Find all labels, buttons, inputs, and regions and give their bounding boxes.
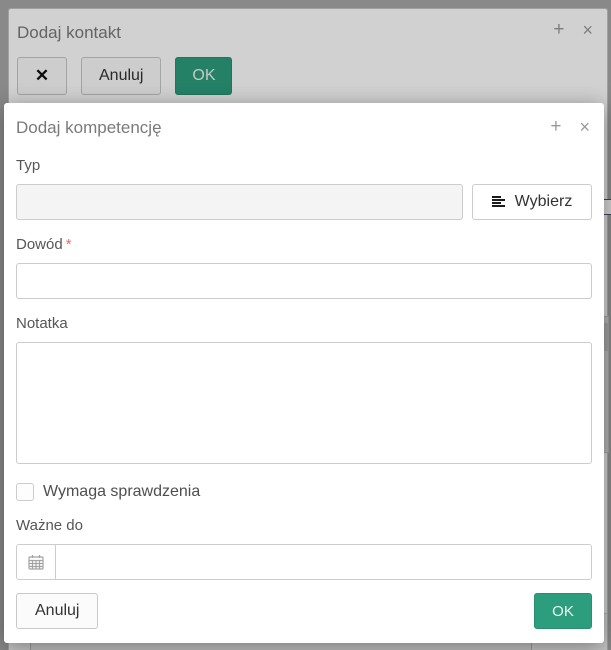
dialog-header: Dodaj kompetencję + × xyxy=(16,117,592,141)
wymaga-sprawdzenia-checkbox[interactable] xyxy=(16,483,34,501)
typ-input[interactable] xyxy=(16,184,463,220)
dowod-label: Dowód* xyxy=(16,236,592,254)
wymaga-sprawdzenia-label: Wymaga sprawdzenia xyxy=(43,483,200,501)
calendar-icon xyxy=(28,554,44,570)
close-icon[interactable]: × xyxy=(579,117,590,137)
wazne-do-label: Ważne do xyxy=(16,517,592,535)
wybierz-label: Wybierz xyxy=(515,193,573,211)
dowod-label-text: Dowód xyxy=(16,236,63,253)
required-marker: * xyxy=(66,236,72,253)
dowod-input[interactable] xyxy=(16,263,592,299)
calendar-trigger[interactable] xyxy=(17,545,56,579)
ok-button[interactable]: OK xyxy=(534,593,592,629)
wazne-do-input[interactable] xyxy=(56,545,591,579)
cancel-button[interactable]: Anuluj xyxy=(16,593,98,629)
dialog-footer: Anuluj OK xyxy=(16,593,592,629)
wybierz-button[interactable]: Wybierz xyxy=(472,184,592,220)
dialog-title: Dodaj kompetencję xyxy=(16,118,162,137)
screen: Dodaj kontakt + × ✕ Anuluj OK Dodaj komp… xyxy=(0,0,611,650)
list-icon xyxy=(492,195,507,210)
notatka-textarea[interactable] xyxy=(16,342,592,464)
notatka-label: Notatka xyxy=(16,315,592,333)
expand-icon[interactable]: + xyxy=(550,117,561,137)
wazne-do-field xyxy=(16,544,592,580)
typ-row: Wybierz xyxy=(16,184,592,220)
wymaga-sprawdzenia-row[interactable]: Wymaga sprawdzenia xyxy=(16,483,592,501)
typ-label: Typ xyxy=(16,157,592,175)
dialog-dodaj-kompetencje: Dodaj kompetencję + × Typ Wybierz xyxy=(4,103,604,643)
